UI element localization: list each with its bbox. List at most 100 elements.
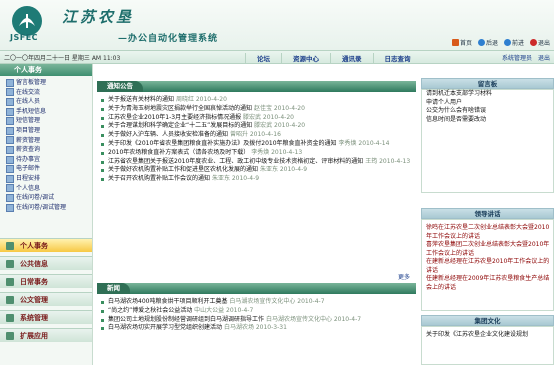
leader-item[interactable]: 徐鸣在江苏农垦二次创业总结表彰大会暨2010年工作会议上的讲话 — [422, 224, 553, 241]
news-row[interactable]: 白马湖农场400吨粮食烘干项目顺利开工奠基 白马湖农场宣传文化中心 2010-4… — [100, 298, 418, 307]
sidebar-item[interactable]: 个人信息 — [6, 184, 92, 194]
notice-row[interactable]: 关于做好农机购置补贴工作和促进垦区农机化发展的通知 朱亚东 2010-4-9 — [100, 166, 418, 175]
doc-icon — [6, 136, 14, 145]
sidebar-item[interactable]: 短信管理 — [6, 116, 92, 126]
home-link[interactable]: 首页 — [451, 38, 472, 47]
notices-header: 通知公告 — [97, 81, 416, 92]
sidebar-tab-documents[interactable]: 公文管理 — [0, 292, 92, 306]
doc-icon — [6, 145, 14, 154]
right-panel: 留言板 请到机迁本支部学习材料 申请个人用户 公交为什么会有啥错误 信息时间是否… — [421, 78, 554, 365]
tab-icon — [6, 278, 14, 286]
doc-icon — [6, 107, 14, 116]
news-list: 白马湖农场400吨粮食烘干项目顺利开工奠基 白马湖农场宣传文化中心 2010-4… — [100, 298, 418, 333]
sidebar-item[interactable]: 薪资管理 — [6, 136, 92, 146]
sidebar-tab-personal[interactable]: 个人事务 — [0, 238, 92, 252]
nav-address-book[interactable]: 通讯录 — [330, 53, 373, 63]
sidebar-tab-extensions[interactable]: 扩展应用 — [0, 328, 92, 342]
mail-icon — [6, 165, 14, 174]
current-date: 二〇一〇年四月二十一日 星期三 AM 11:03 — [4, 55, 121, 62]
tab-icon — [6, 296, 14, 304]
user-icon — [6, 184, 14, 193]
app-header: JSFEC 江苏农垦 —办公自动化管理系统 首页 后退 前进 退出 — [0, 0, 554, 50]
board-item[interactable]: 信息时间是否需要改动 — [422, 116, 553, 125]
nav-exit[interactable]: 退出 — [538, 53, 550, 62]
calendar-icon — [6, 174, 14, 183]
back-link[interactable]: 后退 — [477, 38, 498, 47]
exit-link[interactable]: 退出 — [529, 38, 550, 47]
notice-row[interactable]: 关于召开农机购置补贴工作会议的通知 朱亚东 2010-4-9 — [100, 175, 418, 184]
navbar: 二〇一〇年四月二十一日 星期三 AM 11:03 论坛 资源中心 通讯录 日志查… — [0, 50, 554, 64]
news-row[interactable]: 白马湖农场切实开展学习型党组织创建活动 白马湖农场 2010-3-31 — [100, 324, 418, 333]
notice-row[interactable]: 关于做好入沪车辆、人员接收安检准备的通知 曾昭升 2010-4-16 — [100, 131, 418, 140]
leader-header: 领导讲话 — [421, 208, 554, 219]
brand-title: 江苏农垦 — [62, 8, 135, 26]
doc-icon — [6, 88, 14, 97]
sidebar-item[interactable]: 待办事宜 — [6, 155, 92, 165]
culture-header: 集团文化 — [421, 315, 554, 326]
nav-right: 系统管理员 退出 — [502, 53, 550, 62]
notice-row[interactable]: 关于为青海玉树地震灾区捐款举行全国哀悼活动的通知 赵佳宝 2010-4-20 — [100, 105, 418, 114]
sidebar-item[interactable]: 手机短信息 — [6, 107, 92, 117]
culture-box: 关于印发《江苏农垦企业文化建设规划 — [421, 326, 554, 365]
doc-icon — [6, 155, 14, 164]
forward-link[interactable]: 前进 — [503, 38, 524, 47]
board-box: 请到机迁本支部学习材料 申请个人用户 公交为什么会有啥错误 信息时间是否需要改动 — [421, 89, 554, 193]
sidebar-item[interactable]: 项目管理 — [6, 126, 92, 136]
leader-item[interactable]: 任建新总经理在2009年江苏农垦粮食生产总结会上的讲话 — [422, 275, 553, 292]
notice-row[interactable]: 关于报送有关材料的通知 周晓红 2010-4-20 — [100, 96, 418, 105]
notices-more-link[interactable]: 更多 — [398, 272, 410, 281]
tab-icon — [6, 242, 14, 250]
notice-row[interactable]: 关于合理谋划和科学确定企业“十二五”发展目标的通知 滕宏武 2010-4-20 — [100, 122, 418, 131]
leader-item[interactable]: 在建新总经理在江苏农垦2010年工作会议上的讲话 — [422, 258, 553, 275]
sidebar-tab-system[interactable]: 系统管理 — [0, 310, 92, 324]
home-icon — [451, 39, 459, 46]
exit-icon — [529, 39, 537, 46]
sidebar-tab-daily[interactable]: 日常事务 — [0, 274, 92, 288]
news-row[interactable]: “尚之约”博爱之秋社会公益活动 中山大公益 2010-4-7 — [100, 307, 418, 316]
nav-resource-center[interactable]: 资源中心 — [281, 53, 330, 63]
doc-icon — [6, 97, 14, 106]
board-header: 留言板 — [421, 78, 554, 89]
tab-icon — [6, 332, 14, 340]
tab-icon — [6, 260, 14, 268]
sidebar-item[interactable]: 留言板管理 — [6, 78, 92, 88]
sidebar-item[interactable]: 在线交流 — [6, 88, 92, 98]
board-item[interactable]: 申请个人用户 — [422, 99, 553, 108]
culture-item[interactable]: 关于印发《江苏农垦企业文化建设规划 — [422, 331, 553, 340]
nav-forum[interactable]: 论坛 — [245, 53, 281, 63]
doc-icon — [6, 203, 14, 212]
notice-row[interactable]: 关于印发《2010年省农垦集团粮食直补实施办法》及拨付2010年粮食直补资金的通… — [100, 140, 418, 149]
doc-icon — [6, 117, 14, 126]
nav-settings[interactable]: 系统管理员 — [502, 53, 532, 62]
sidebar: 个人事务 留言板管理 在线交流 在线人员 手机短信息 短信管理 项目管理 薪资管… — [0, 64, 93, 365]
sidebar-header: 个人事务 — [0, 64, 92, 76]
logo-abbr: JSFEC — [10, 33, 39, 42]
tab-icon — [6, 314, 14, 322]
doc-icon — [6, 78, 14, 87]
leader-box: 徐鸣在江苏农垦二次创业总结表彰大会暨2010年工作会议上的讲话 喜萍农垦集团二次… — [421, 219, 554, 311]
top-links: 首页 后退 前进 退出 — [451, 38, 550, 47]
back-icon — [477, 39, 485, 46]
nav-log-query[interactable]: 日志查询 — [372, 53, 422, 63]
sidebar-item[interactable]: 薪资查询 — [6, 145, 92, 155]
board-item[interactable]: 公交为什么会有啥错误 — [422, 107, 553, 116]
tab-notices[interactable]: 通知公告 — [97, 81, 143, 92]
sidebar-item[interactable]: 在线问卷/调试 — [6, 193, 92, 203]
doc-icon — [6, 126, 14, 135]
sidebar-item[interactable]: 在线问卷/调试管理 — [6, 203, 92, 213]
tab-news[interactable]: 新闻 — [97, 283, 130, 294]
app-subtitle: —办公自动化管理系统 — [118, 34, 219, 44]
doc-icon — [6, 193, 14, 202]
notices-list: 关于报送有关材料的通知 周晓红 2010-4-20 关于为青海玉树地震灾区捐款举… — [100, 96, 418, 184]
board-item[interactable]: 请到机迁本支部学习材料 — [422, 90, 553, 99]
notice-row[interactable]: 2010年农场粮食直补方案表式（请各农场及时下载） 李秀焕 2010-4-13 — [100, 149, 418, 158]
news-header: 新闻 — [97, 283, 416, 294]
sidebar-item[interactable]: 日程安排 — [6, 174, 92, 184]
sidebar-item[interactable]: 电子邮件 — [6, 164, 92, 174]
forward-icon — [503, 39, 511, 46]
sidebar-list: 留言板管理 在线交流 在线人员 手机短信息 短信管理 项目管理 薪资管理 薪资查… — [0, 76, 92, 212]
sidebar-item[interactable]: 在线人员 — [6, 97, 92, 107]
sidebar-tab-public-info[interactable]: 公共信息 — [0, 256, 92, 270]
nav-menu: 论坛 资源中心 通讯录 日志查询 — [245, 53, 422, 63]
leader-item[interactable]: 喜萍农垦集团二次创业总结表彰大会暨2010年工作会议上的讲话 — [422, 241, 553, 258]
